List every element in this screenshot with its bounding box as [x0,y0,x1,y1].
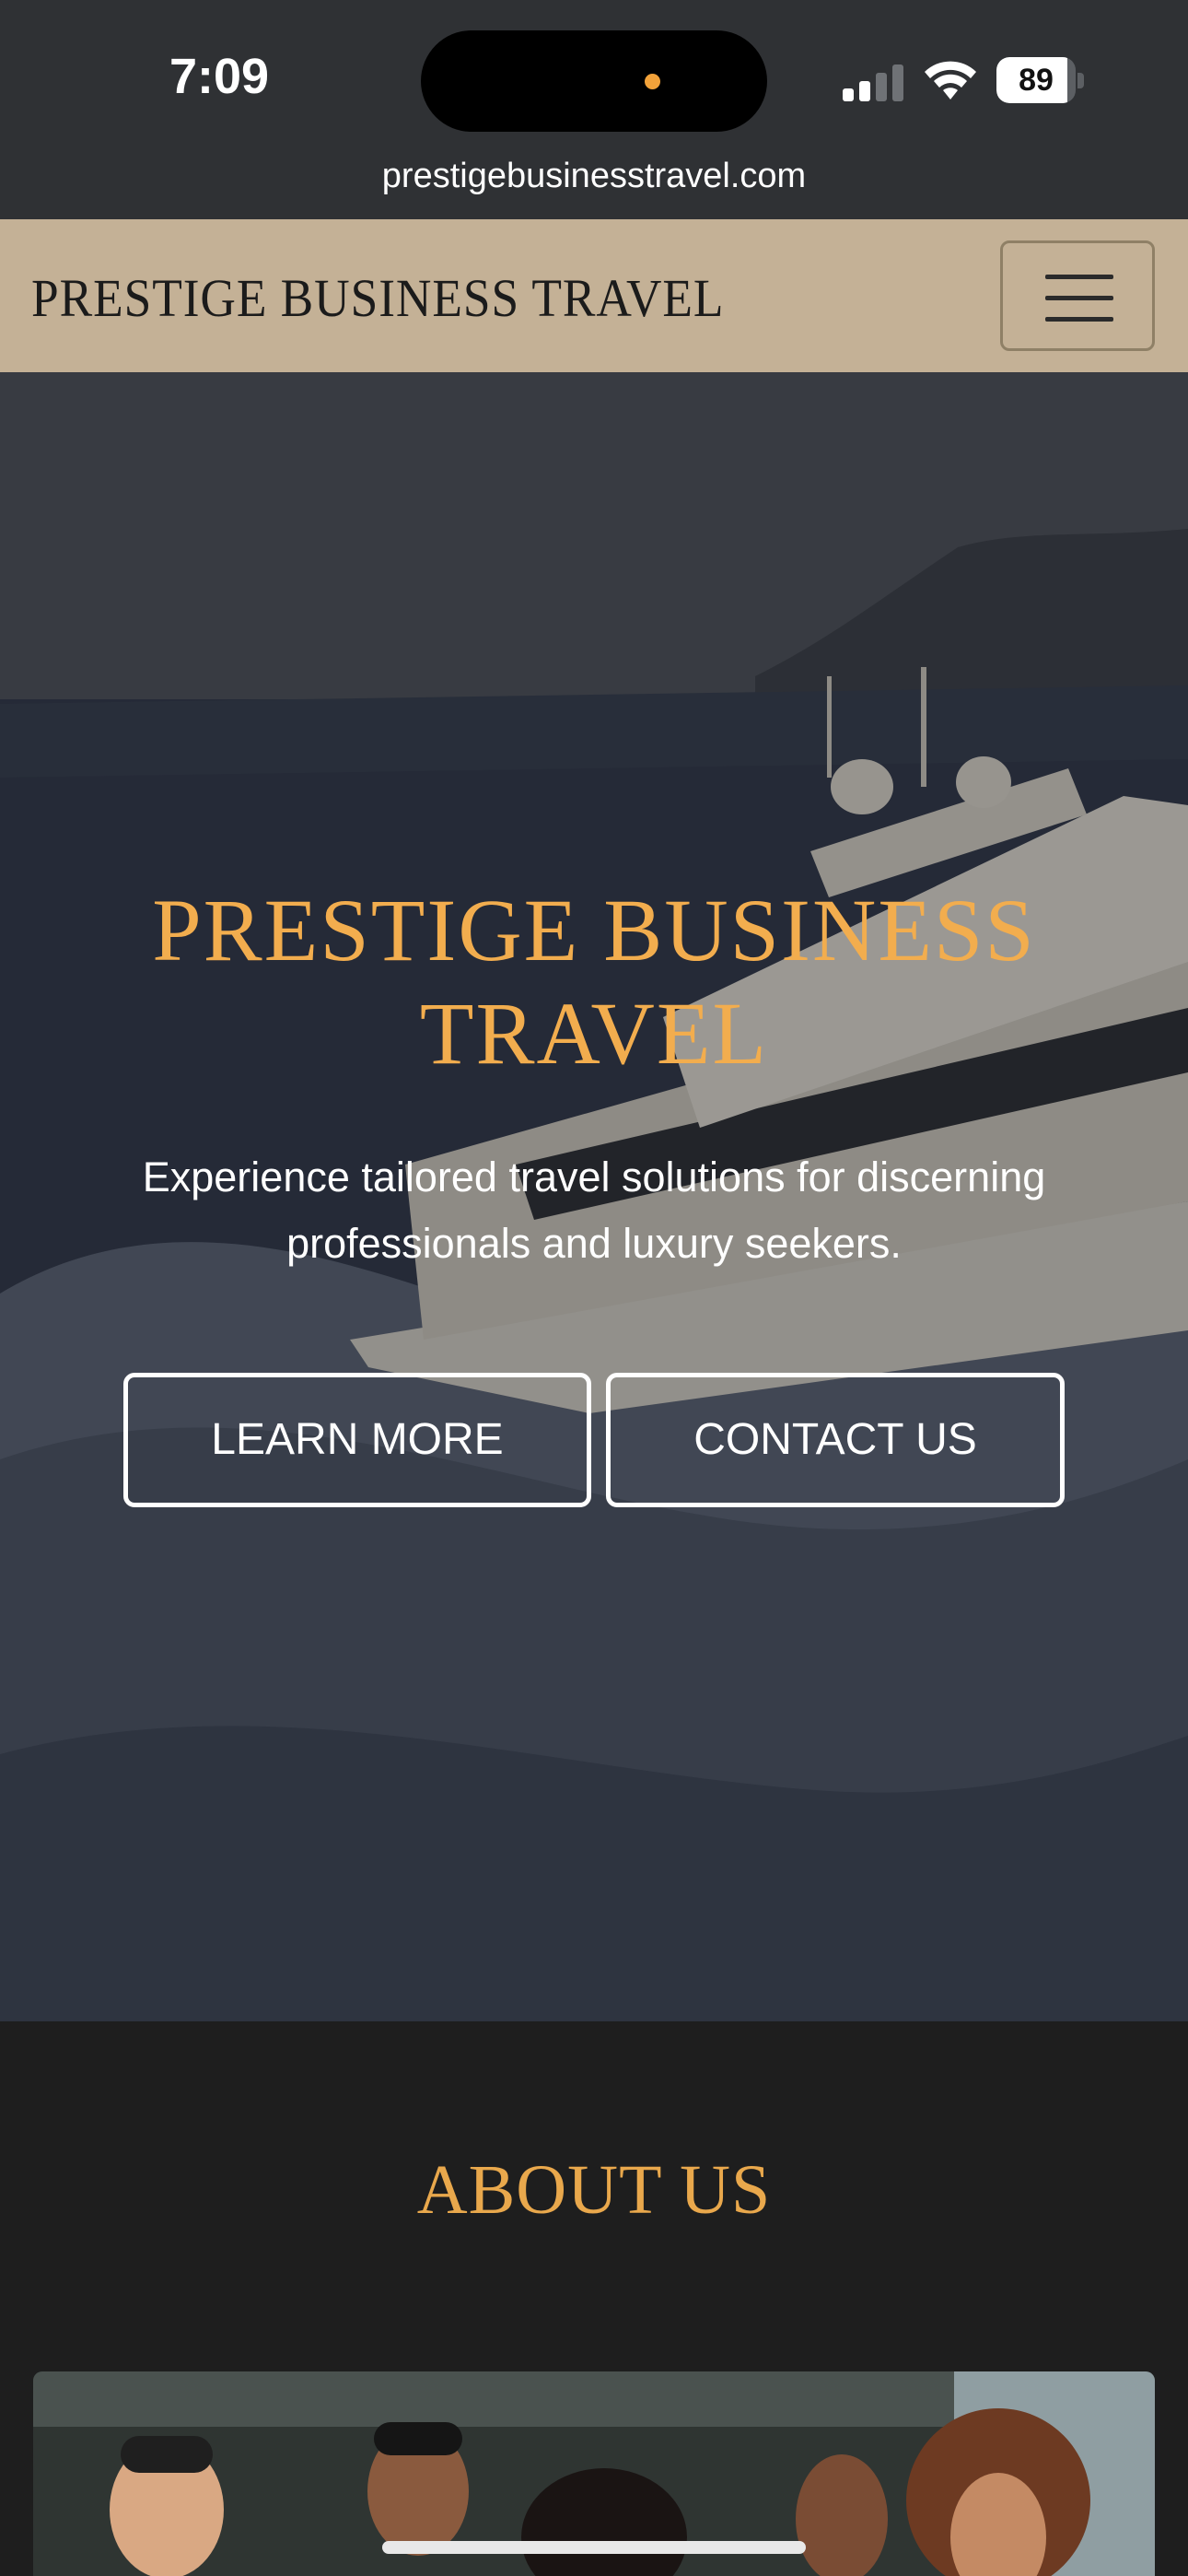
battery-tip [1077,73,1084,88]
site-navbar: PRESTIGE BUSINESS TRAVEL [0,219,1188,372]
page: 7:09 89 prestigebusinesstravel.com PREST… [0,0,1188,2576]
brand-logo[interactable]: PRESTIGE BUSINESS TRAVEL [31,267,724,329]
privacy-indicator-dot [645,74,660,89]
dynamic-island [421,30,767,132]
cellular-signal-icon [843,64,903,101]
status-time: 7:09 [169,49,270,104]
hero-subtitle: Experience tailored travel solutions for… [142,1153,1046,1267]
hero-title: PRESTIGE BUSINESS TRAVEL [152,881,1036,1083]
hamburger-menu-button[interactable] [1000,240,1155,351]
hamburger-menu-icon [1045,275,1113,279]
wifi-icon [925,61,976,100]
about-section: ABOUT US [0,2021,1188,2576]
learn-more-button[interactable]: LEARN MORE [123,1373,591,1507]
about-title: ABOUT US [416,2151,772,2229]
battery-icon: 89 [996,57,1085,103]
home-indicator[interactable] [382,2541,806,2554]
browser-chrome: 7:09 89 prestigebusinesstravel.com [0,0,1188,219]
hero-section: PRESTIGE BUSINESS TRAVEL Experience tail… [0,372,1188,2021]
hamburger-menu-icon [1045,317,1113,322]
battery-percent: 89 [1019,63,1054,98]
hamburger-menu-icon [1045,296,1113,300]
address-bar-url[interactable]: prestigebusinesstravel.com [0,157,1188,196]
contact-us-button[interactable]: CONTACT US [606,1373,1065,1507]
